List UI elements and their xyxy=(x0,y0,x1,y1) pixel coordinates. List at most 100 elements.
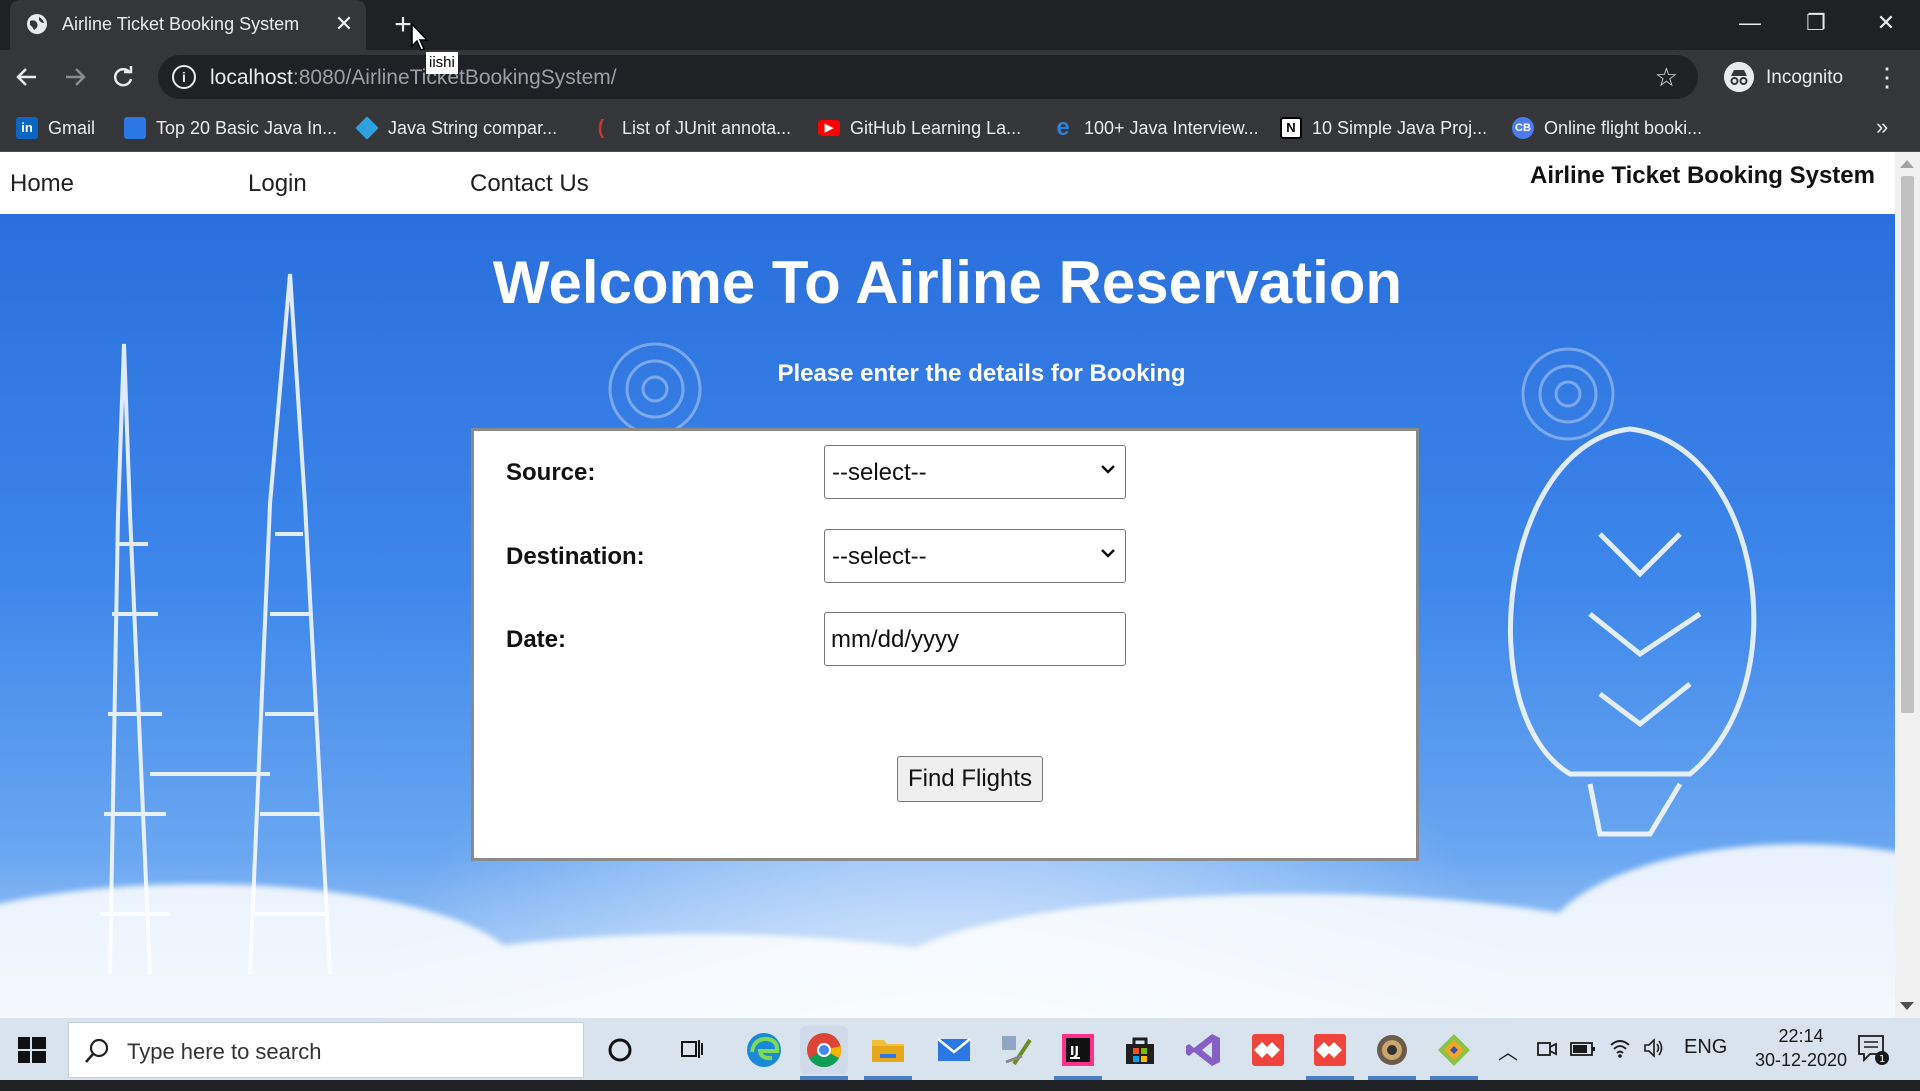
bookmark-item[interactable]: e 100+ Java Interview... xyxy=(1052,114,1258,141)
bookmark-item[interactable]: Java String compar... xyxy=(355,115,558,141)
meet-now-icon[interactable] xyxy=(1536,1038,1558,1060)
clock-date: 30-12-2020 xyxy=(1754,1050,1848,1070)
url-host: localhost xyxy=(210,66,293,89)
running-indicator xyxy=(1054,1076,1102,1080)
svg-text:IJ: IJ xyxy=(1070,1044,1079,1058)
bookmarks-bar: in Gmail Top 20 Basic Java In... Java St… xyxy=(0,104,1920,152)
battery-icon[interactable] xyxy=(1570,1040,1596,1058)
anydesk2-icon[interactable] xyxy=(1306,1026,1354,1074)
tab-close-icon[interactable]: ✕ xyxy=(330,10,358,38)
wifi-icon[interactable] xyxy=(1608,1036,1632,1060)
mouse-cursor-icon xyxy=(411,22,429,51)
mail-icon[interactable] xyxy=(930,1026,978,1074)
volume-icon[interactable] xyxy=(1642,1036,1666,1060)
bookmark-item[interactable]: in Gmail xyxy=(16,115,95,141)
site-navbar: Home Login Contact Us Airline Ticket Boo… xyxy=(0,152,1895,214)
scrollbar-thumb[interactable] xyxy=(1901,176,1914,713)
taskbar-search-box[interactable]: Type here to search xyxy=(68,1022,584,1078)
running-indicator xyxy=(1306,1076,1354,1080)
notification-count: 1 xyxy=(1879,1054,1885,1065)
edge-icon: e xyxy=(1056,114,1070,141)
bookmark-label: Top 20 Basic Java In... xyxy=(156,117,338,138)
tools-icon[interactable] xyxy=(992,1026,1040,1074)
tab-title: Airline Ticket Booking System xyxy=(62,14,300,34)
cortana-icon[interactable] xyxy=(596,1026,644,1074)
site-info-icon[interactable]: i xyxy=(172,65,196,89)
browser-menu-icon[interactable]: ⋮ xyxy=(1872,58,1902,96)
intellij-icon[interactable]: IJ xyxy=(1054,1026,1102,1074)
bookmark-item[interactable]: CB Online flight booki... xyxy=(1512,115,1702,141)
browser-tab-active[interactable]: Airline Ticket Booking System ✕ xyxy=(10,0,366,50)
store-icon[interactable] xyxy=(1116,1026,1164,1074)
date-placeholder: mm/dd/yyyy xyxy=(831,626,960,653)
back-arrow-icon xyxy=(16,68,36,86)
bookmark-star-icon[interactable]: ☆ xyxy=(1655,62,1678,93)
windows-taskbar: Type here to search IJ ︿ ENG 22:14 30-12… xyxy=(0,1018,1920,1080)
scroll-down-arrow-icon[interactable] xyxy=(1900,1002,1914,1010)
scroll-up-arrow-icon[interactable] xyxy=(1900,160,1914,168)
incognito-badge[interactable]: Incognito xyxy=(1716,55,1852,99)
destination-select[interactable]: --select-- xyxy=(824,529,1126,583)
page-scrollbar[interactable] xyxy=(1895,152,1920,1018)
bookmark-label: Java String compar... xyxy=(388,117,558,138)
running-indicator xyxy=(864,1076,912,1080)
clock-time: 22:14 xyxy=(1778,1026,1824,1046)
booking-form: Source: --select-- Destination: --select… xyxy=(471,428,1419,861)
bookmark-label: List of JUnit annota... xyxy=(622,117,792,138)
back-button[interactable] xyxy=(10,60,44,94)
reload-button[interactable] xyxy=(106,60,140,94)
date-input[interactable]: mm/dd/yyyy xyxy=(824,612,1126,666)
linkedin-icon: in xyxy=(16,117,38,139)
address-bar[interactable]: i localhost:8080/AirlineTicketBookingSys… xyxy=(158,55,1698,99)
forward-button[interactable] xyxy=(58,60,92,94)
settings-gear-icon[interactable] xyxy=(1368,1026,1416,1074)
page-icon xyxy=(124,117,146,139)
anydesk-icon[interactable] xyxy=(1244,1026,1292,1074)
destination-label: Destination: xyxy=(506,543,645,570)
page-viewport: Home Login Contact Us Airline Ticket Boo… xyxy=(0,152,1920,1018)
language-indicator[interactable]: ENG xyxy=(1684,1036,1727,1059)
tooltip: iishi xyxy=(426,52,458,74)
task-view-icon[interactable] xyxy=(668,1026,716,1074)
notification-center-icon[interactable]: 1 xyxy=(1856,1032,1890,1066)
file-explorer-icon[interactable] xyxy=(864,1026,912,1074)
running-indicator xyxy=(1368,1076,1416,1080)
show-hidden-icons-icon[interactable]: ︿ xyxy=(1498,1036,1518,1065)
minimize-button[interactable]: — xyxy=(1730,6,1770,40)
bookmark-item[interactable]: ( List of JUnit annota... xyxy=(590,115,791,141)
bookmark-item[interactable]: ▶ GitHub Learning La... xyxy=(818,115,1021,141)
windows-start-icon[interactable] xyxy=(12,1034,52,1066)
nav-contact-link[interactable]: Contact Us xyxy=(470,170,589,198)
incognito-icon xyxy=(1724,62,1754,92)
nav-login-link[interactable]: Login xyxy=(248,170,307,198)
bookmark-label: 10 Simple Java Proj... xyxy=(1312,117,1488,138)
site-brand: Airline Ticket Booking System xyxy=(1530,162,1875,189)
bookmark-item[interactable]: N 10 Simple Java Proj... xyxy=(1280,115,1487,141)
chevron-down-icon xyxy=(1101,465,1115,474)
hero-banner: Welcome To Airline Reservation Please en… xyxy=(0,214,1895,1018)
edge-icon[interactable] xyxy=(740,1026,788,1074)
search-icon xyxy=(85,1038,109,1063)
diamond-icon xyxy=(355,116,379,140)
bookmark-label: GitHub Learning La... xyxy=(850,117,1022,138)
reload-icon xyxy=(113,66,133,87)
moon-icon: ( xyxy=(597,117,605,139)
window-close-button[interactable]: ✕ xyxy=(1866,6,1906,40)
globe-icon xyxy=(27,14,47,34)
chevron-down-icon xyxy=(1101,549,1115,558)
git-icon[interactable] xyxy=(1430,1026,1478,1074)
source-select[interactable]: --select-- xyxy=(824,445,1126,499)
source-select-value: --select-- xyxy=(832,459,927,486)
taskbar-search-placeholder: Type here to search xyxy=(127,1039,322,1064)
restore-button[interactable]: ❐ xyxy=(1796,6,1836,40)
source-label: Source: xyxy=(506,459,596,486)
find-flights-button[interactable]: Find Flights xyxy=(897,756,1043,802)
chrome-icon[interactable] xyxy=(800,1026,848,1074)
nav-home-link[interactable]: Home xyxy=(10,170,74,198)
bookmarks-overflow-icon[interactable]: » xyxy=(1876,114,1888,140)
bookmark-item[interactable]: Top 20 Basic Java In... xyxy=(124,115,337,141)
forward-arrow-icon xyxy=(66,68,86,86)
visual-studio-icon[interactable] xyxy=(1180,1026,1228,1074)
taskbar-clock[interactable]: 22:14 30-12-2020 xyxy=(1746,1024,1856,1072)
running-indicator xyxy=(1430,1076,1478,1080)
